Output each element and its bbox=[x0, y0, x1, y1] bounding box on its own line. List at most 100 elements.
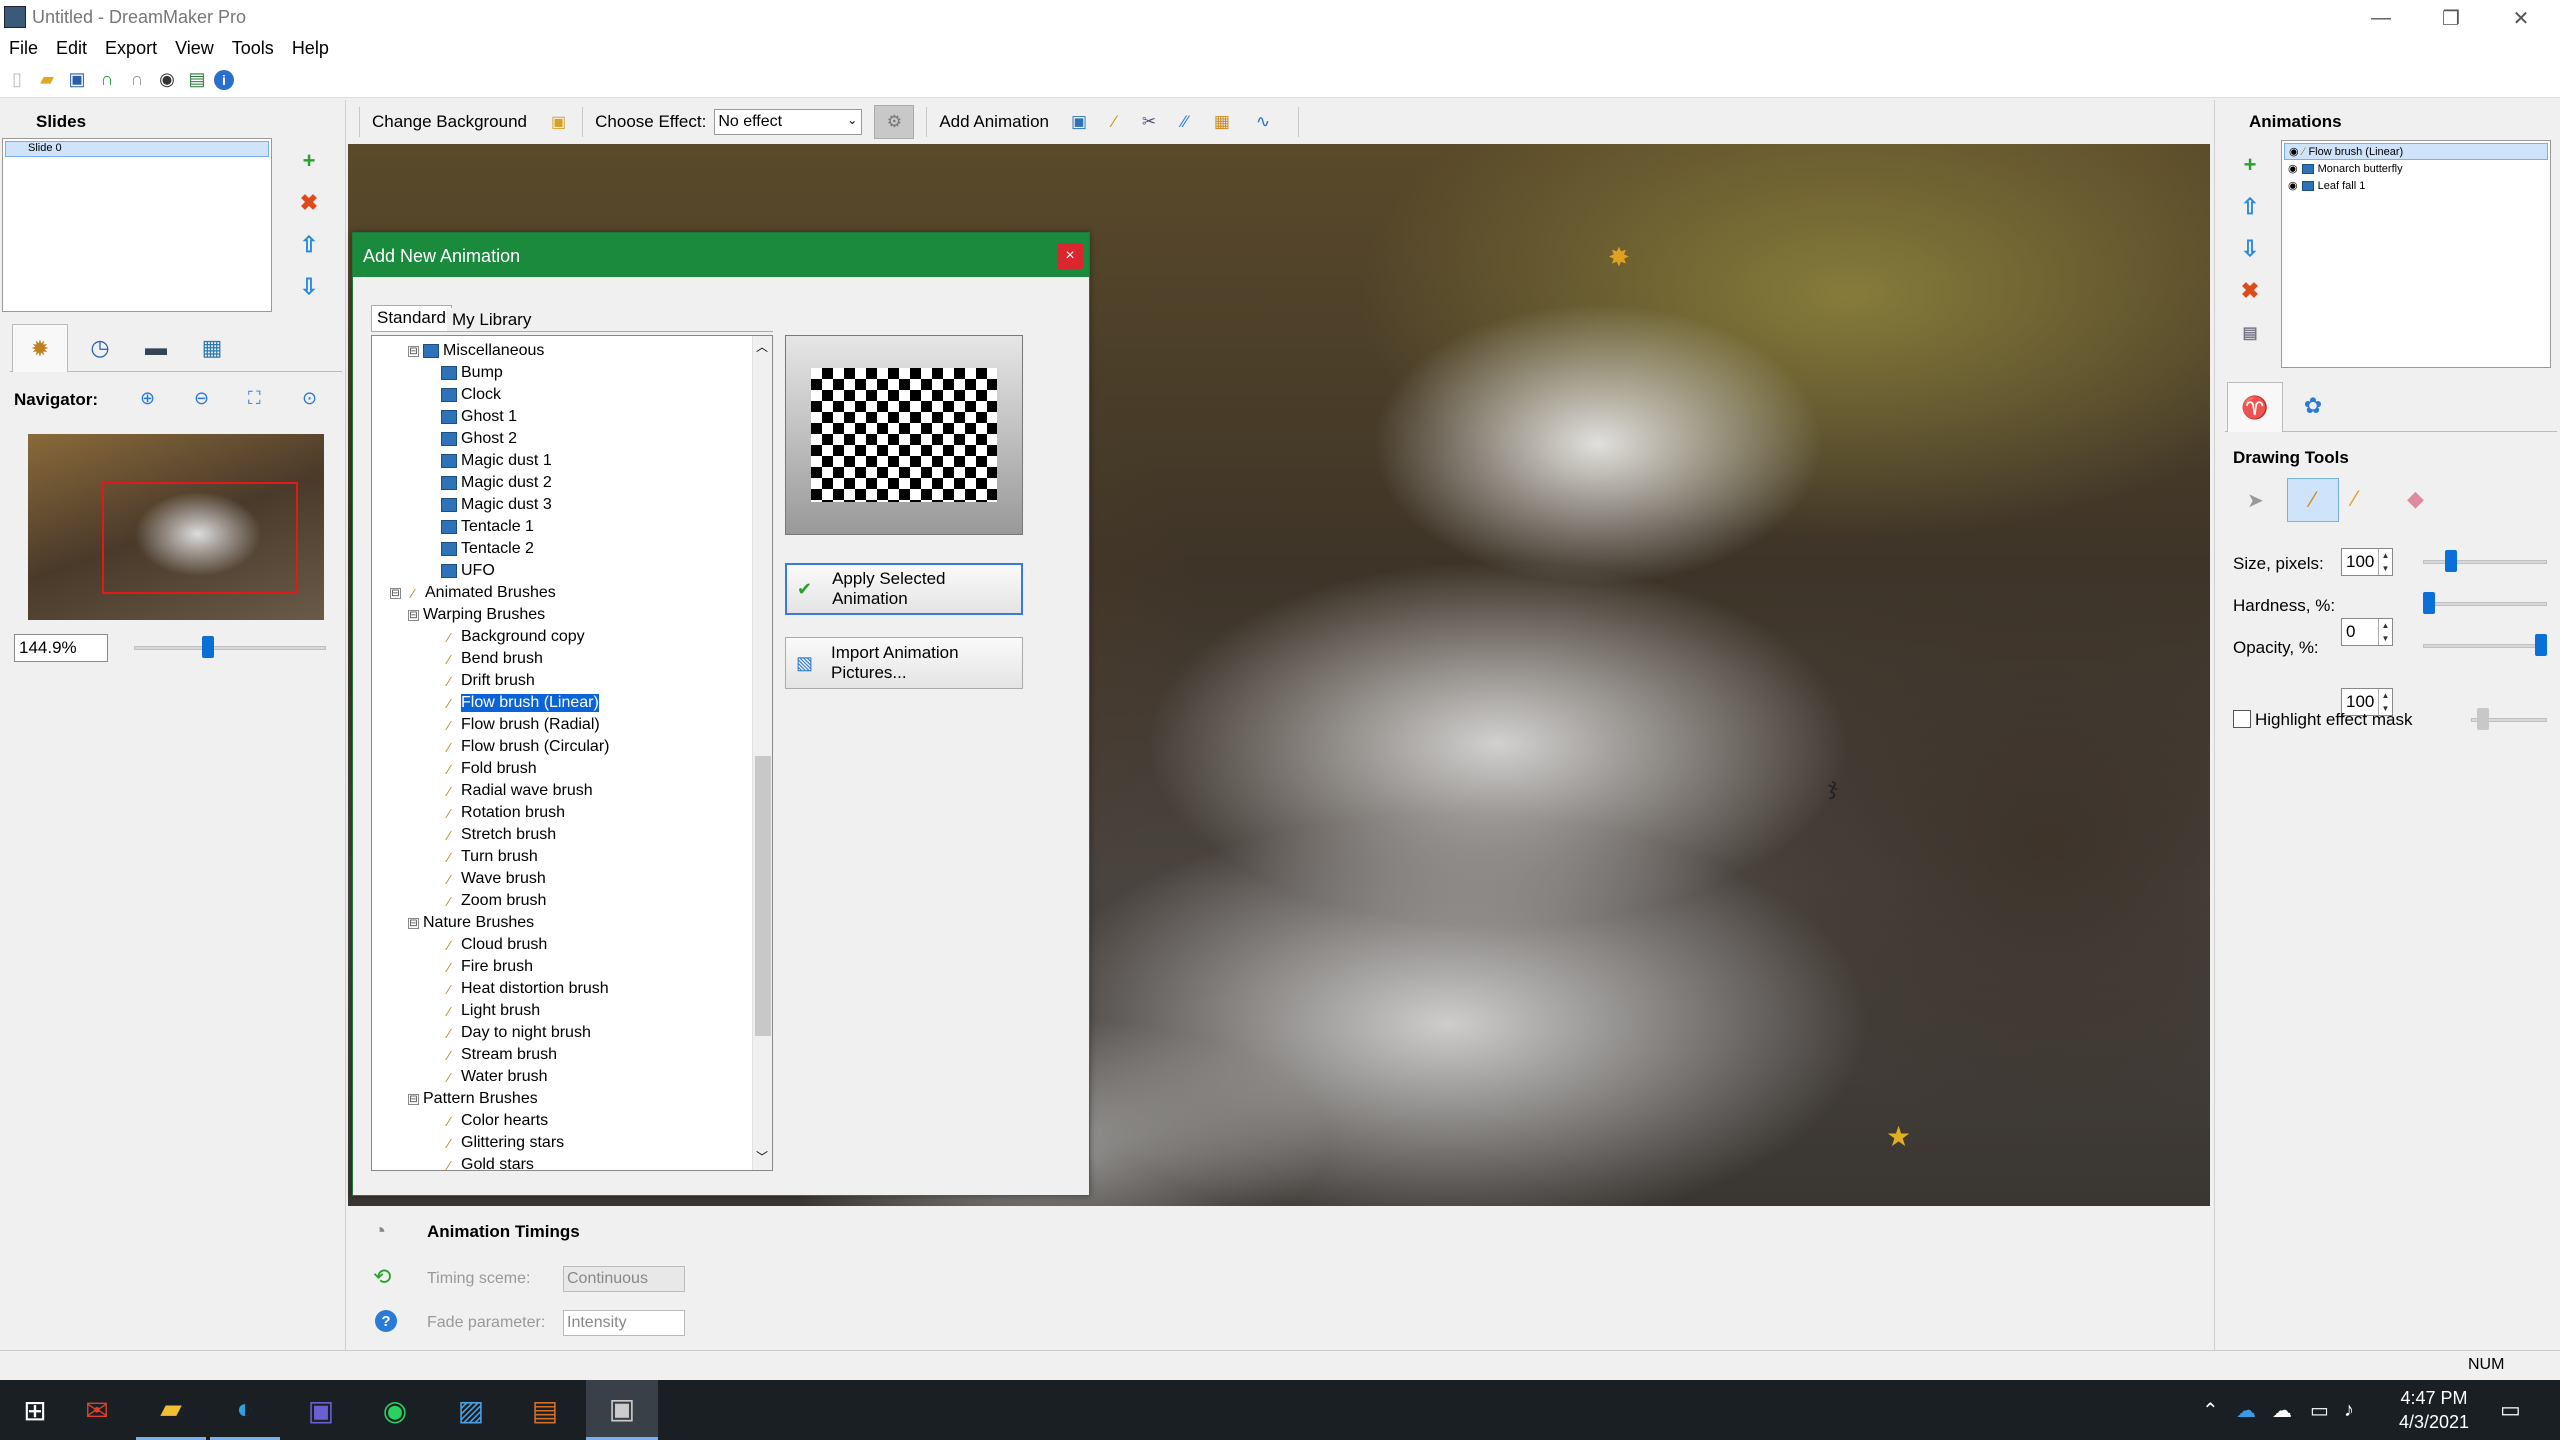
eraser-tool-icon[interactable]: ◆ bbox=[2407, 486, 2424, 512]
tree-item[interactable]: ⁄Stretch brush bbox=[426, 824, 556, 846]
highlight-slider-thumb[interactable] bbox=[2477, 708, 2489, 730]
slides-list[interactable]: Slide 0 bbox=[2, 138, 272, 312]
tree-item[interactable]: Magic dust 1 bbox=[426, 450, 552, 472]
animation-tree[interactable]: ⊟MiscellaneousBumpClockGhost 1Ghost 2Mag… bbox=[371, 335, 773, 1171]
add-animation-film-icon[interactable]: ▣ bbox=[1071, 112, 1087, 132]
menu-edit[interactable]: Edit bbox=[47, 36, 96, 62]
hardness-spinner[interactable]: 0▲▼ bbox=[2341, 618, 2393, 646]
add-animation-button[interactable]: + bbox=[2235, 150, 2265, 180]
animations-list[interactable]: ◉ ⁄ Flow brush (Linear) ◉ Monarch butter… bbox=[2281, 140, 2551, 368]
menu-view[interactable]: View bbox=[166, 36, 223, 62]
scroll-down-icon[interactable]: ﹀ bbox=[756, 1148, 768, 1165]
redo-icon[interactable]: ∩ bbox=[124, 67, 150, 93]
add-curve-icon[interactable]: ∿ bbox=[1256, 112, 1270, 132]
tree-expander-icon[interactable]: ⊟ bbox=[408, 346, 419, 357]
effect-settings-button[interactable]: ⚙ bbox=[874, 105, 914, 139]
close-window-button[interactable]: ✕ bbox=[2486, 0, 2556, 36]
move-animation-up-button[interactable]: ⇧ bbox=[2235, 192, 2265, 222]
tree-item[interactable]: ⁄Wave brush bbox=[426, 868, 546, 890]
help-icon[interactable]: ? bbox=[375, 1310, 397, 1332]
tree-item[interactable]: UFO bbox=[426, 560, 495, 582]
tree-item[interactable]: ⁄Light brush bbox=[426, 1000, 540, 1022]
hardness-slider-thumb[interactable] bbox=[2423, 592, 2435, 614]
tree-item[interactable]: ⁄Drift brush bbox=[426, 670, 535, 692]
menu-tools[interactable]: Tools bbox=[223, 36, 283, 62]
network-icon[interactable]: ▭ bbox=[2310, 1380, 2329, 1440]
spin-arrows-icon[interactable]: ▲▼ bbox=[2378, 619, 2392, 645]
tree-item[interactable]: ⁄Bend brush bbox=[426, 648, 543, 670]
tab-timing[interactable]: ◷ bbox=[84, 332, 116, 364]
tree-item[interactable]: ⊟Warping Brushes bbox=[408, 604, 545, 626]
tree-item[interactable]: ⁄Cloud brush bbox=[426, 934, 547, 956]
visibility-eye-icon[interactable]: ◉ bbox=[2288, 179, 2298, 192]
zoom-in-icon[interactable]: ⊕ bbox=[140, 388, 155, 409]
visibility-eye-icon[interactable]: ◉ bbox=[2289, 145, 2299, 158]
pencil-tool-icon[interactable]: ⁄ bbox=[2353, 486, 2357, 512]
opacity-slider-track[interactable] bbox=[2423, 644, 2547, 648]
delete-animation-button[interactable]: ✖ bbox=[2235, 276, 2265, 306]
tree-item[interactable]: Ghost 2 bbox=[426, 428, 517, 450]
move-slide-up-button[interactable]: ⇧ bbox=[294, 230, 324, 260]
add-brush-icon[interactable]: ⁄ bbox=[1113, 112, 1116, 132]
zoom-slider-track[interactable] bbox=[134, 646, 326, 650]
tree-item[interactable]: ⁄Rotation brush bbox=[426, 802, 565, 824]
tab-standard[interactable]: Standard bbox=[371, 305, 452, 331]
tree-item[interactable]: ⊟Nature Brushes bbox=[408, 912, 534, 934]
save-icon[interactable]: ▣ bbox=[64, 67, 90, 93]
volume-icon[interactable]: ♪ bbox=[2344, 1380, 2354, 1440]
spotify-icon[interactable]: ◉ bbox=[360, 1380, 430, 1440]
apply-selected-animation-button[interactable]: ✔ Apply Selected Animation bbox=[785, 563, 1023, 615]
fit-window-icon[interactable]: ⛶ bbox=[248, 388, 261, 409]
tree-item[interactable]: Magic dust 3 bbox=[426, 494, 552, 516]
change-background-button[interactable]: Change Background bbox=[372, 112, 527, 132]
tree-item[interactable]: ⁄Glittering stars bbox=[426, 1132, 564, 1154]
highlight-mask-checkbox[interactable] bbox=[2233, 710, 2251, 728]
add-rays-icon[interactable]: ⁄⁄ bbox=[1182, 112, 1188, 132]
tree-item[interactable]: ⁄Background copy bbox=[426, 626, 585, 648]
size-slider-track[interactable] bbox=[2423, 560, 2547, 564]
tab-effects[interactable]: ✹ bbox=[12, 324, 68, 372]
refresh-icon[interactable]: ⟲ bbox=[373, 1264, 391, 1290]
sync-cloud-icon[interactable]: ☁ bbox=[2272, 1380, 2292, 1440]
menu-help[interactable]: Help bbox=[283, 36, 338, 62]
background-image-icon[interactable]: ▣ bbox=[551, 112, 566, 132]
image-viewer-icon[interactable]: ▤ bbox=[510, 1380, 580, 1440]
opacity-slider-thumb[interactable] bbox=[2535, 634, 2547, 656]
export-icon[interactable]: ▤ bbox=[184, 67, 210, 93]
brush-tool-button[interactable]: ⁄ bbox=[2287, 478, 2339, 522]
tree-item[interactable]: ⁄Stream brush bbox=[426, 1044, 557, 1066]
tree-item[interactable]: ⁄Zoom brush bbox=[426, 890, 546, 912]
tree-item[interactable]: ⁄Color hearts bbox=[426, 1110, 548, 1132]
photos-icon[interactable]: ▨ bbox=[436, 1380, 506, 1440]
tab-camera[interactable]: ▬ bbox=[138, 332, 174, 364]
tree-item[interactable]: ⁄Flow brush (Linear) bbox=[426, 692, 599, 714]
tree-item[interactable]: ⁄Flow brush (Circular) bbox=[426, 736, 609, 758]
zoom-out-icon[interactable]: ⊖ bbox=[194, 388, 209, 409]
teams-icon[interactable]: ▣ bbox=[286, 1380, 356, 1440]
gmail-icon[interactable]: ✉ bbox=[62, 1380, 132, 1440]
minimize-button[interactable]: — bbox=[2346, 0, 2416, 36]
dreammaker-taskbar-icon[interactable]: ▣ bbox=[586, 1380, 658, 1440]
tree-item[interactable]: Clock bbox=[426, 384, 501, 406]
start-windows-icon[interactable]: ⊞ bbox=[0, 1380, 70, 1440]
tree-item[interactable]: ⁄Gold stars bbox=[426, 1154, 534, 1171]
tree-item[interactable]: Bump bbox=[426, 362, 503, 384]
open-folder-icon[interactable]: ▰ bbox=[34, 67, 60, 93]
visibility-eye-icon[interactable]: ◉ bbox=[2288, 162, 2298, 175]
scroll-thumb[interactable] bbox=[755, 756, 771, 1036]
file-explorer-icon[interactable]: ▰ bbox=[136, 1380, 206, 1440]
navigator-viewport-rect[interactable] bbox=[102, 482, 298, 594]
tree-item[interactable]: ⁄Fold brush bbox=[426, 758, 537, 780]
tree-item[interactable]: ⊟⁄Animated Brushes bbox=[390, 582, 556, 604]
animation-item[interactable]: ◉ Monarch butterfly bbox=[2284, 160, 2548, 177]
navigator-thumbnail[interactable] bbox=[28, 434, 324, 620]
tree-item[interactable]: Tentacle 1 bbox=[426, 516, 534, 538]
tree-item[interactable]: ⁄Flow brush (Radial) bbox=[426, 714, 600, 736]
tree-expander-icon[interactable]: ⊟ bbox=[408, 1094, 419, 1105]
tree-item[interactable]: ⁄Fire brush bbox=[426, 956, 533, 978]
add-particles-icon[interactable]: ✂ bbox=[1142, 112, 1156, 132]
tree-item[interactable]: Ghost 1 bbox=[426, 406, 517, 428]
zoom-field[interactable]: 144.9% bbox=[14, 634, 108, 662]
select-tool-icon[interactable]: ➤ bbox=[2247, 488, 2264, 513]
preview-eye-icon[interactable]: ◉ bbox=[154, 67, 180, 93]
